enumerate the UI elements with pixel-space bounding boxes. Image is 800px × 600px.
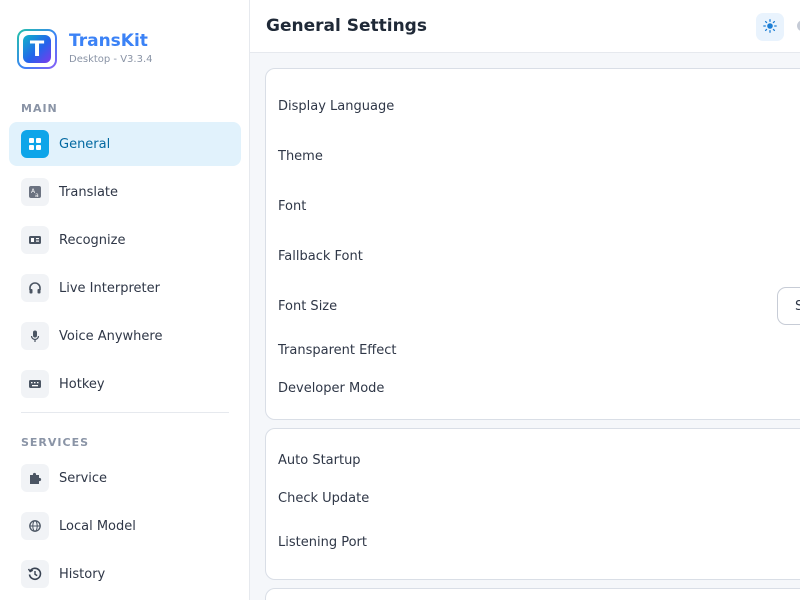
headphones-icon bbox=[21, 274, 49, 302]
sidebar: T TransKit Desktop - V3.3.4 MAIN General… bbox=[0, 0, 250, 600]
sidebar-item-label: History bbox=[59, 566, 106, 582]
font-label: Font bbox=[278, 199, 307, 214]
section-label-main: MAIN bbox=[21, 102, 58, 115]
scan-icon bbox=[21, 226, 49, 254]
font-size-select[interactable]: S bbox=[777, 287, 800, 325]
display-language-label: Display Language bbox=[278, 99, 395, 114]
sidebar-item-voice-anywhere[interactable]: Voice Anywhere bbox=[9, 314, 241, 358]
sidebar-item-label: Translate bbox=[59, 184, 119, 200]
top-bar: General Settings bbox=[250, 0, 800, 53]
sidebar-item-recognize[interactable]: Recognize bbox=[9, 218, 241, 262]
app-version: Desktop - V3.3.4 bbox=[69, 54, 153, 65]
page-title: General Settings bbox=[266, 16, 427, 36]
section-label-services: SERVICES bbox=[21, 436, 90, 449]
auto-startup-label: Auto Startup bbox=[278, 453, 361, 468]
sidebar-item-service[interactable]: Service bbox=[9, 456, 241, 500]
theme-label: Theme bbox=[278, 149, 323, 164]
sidebar-item-history[interactable]: History bbox=[9, 552, 241, 596]
next-settings-card bbox=[265, 588, 800, 600]
grid-icon bbox=[21, 130, 49, 158]
sidebar-item-local-model[interactable]: Local Model bbox=[9, 504, 241, 548]
sidebar-item-hotkey[interactable]: Hotkey bbox=[9, 362, 241, 406]
developer-mode-label: Developer Mode bbox=[278, 381, 385, 396]
sidebar-item-general[interactable]: General bbox=[9, 122, 241, 166]
brand: T TransKit Desktop - V3.3.4 bbox=[17, 29, 153, 69]
svg-text:a: a bbox=[35, 192, 39, 199]
sidebar-item-label: Local Model bbox=[59, 518, 136, 534]
microphone-icon bbox=[21, 322, 49, 350]
app-logo: T bbox=[17, 29, 57, 69]
sidebar-divider bbox=[21, 412, 229, 413]
sidebar-item-live-interpreter[interactable]: Live Interpreter bbox=[9, 266, 241, 310]
sidebar-item-label: Hotkey bbox=[59, 376, 105, 392]
fallback-font-label: Fallback Font bbox=[278, 249, 363, 264]
history-icon bbox=[21, 560, 49, 588]
light-theme-button[interactable] bbox=[756, 13, 784, 41]
sidebar-item-label: Service bbox=[59, 470, 108, 486]
listening-port-label: Listening Port bbox=[278, 535, 367, 550]
app-name: TransKit bbox=[69, 31, 148, 51]
general-settings-card: Display Language Theme Font Fallback Fon… bbox=[265, 68, 800, 420]
system-settings-card: Auto Startup Check Update Listening Port bbox=[265, 428, 800, 580]
puzzle-icon bbox=[21, 464, 49, 492]
sidebar-item-label: Live Interpreter bbox=[59, 280, 160, 296]
transparent-effect-label: Transparent Effect bbox=[278, 343, 397, 358]
sidebar-item-label: Voice Anywhere bbox=[59, 328, 163, 344]
sun-icon bbox=[763, 18, 777, 37]
globe-icon bbox=[21, 512, 49, 540]
sidebar-item-label: General bbox=[59, 136, 111, 152]
sidebar-item-label: Recognize bbox=[59, 232, 126, 248]
font-size-label: Font Size bbox=[278, 299, 338, 314]
check-update-label: Check Update bbox=[278, 491, 370, 506]
translate-icon: Aa bbox=[21, 178, 49, 206]
moon-icon bbox=[795, 18, 800, 37]
keyboard-icon bbox=[21, 370, 49, 398]
sidebar-item-translate[interactable]: Aa Translate bbox=[9, 170, 241, 214]
main-content: General Settings Display Language Theme … bbox=[250, 0, 800, 600]
dark-theme-button[interactable] bbox=[788, 13, 800, 41]
